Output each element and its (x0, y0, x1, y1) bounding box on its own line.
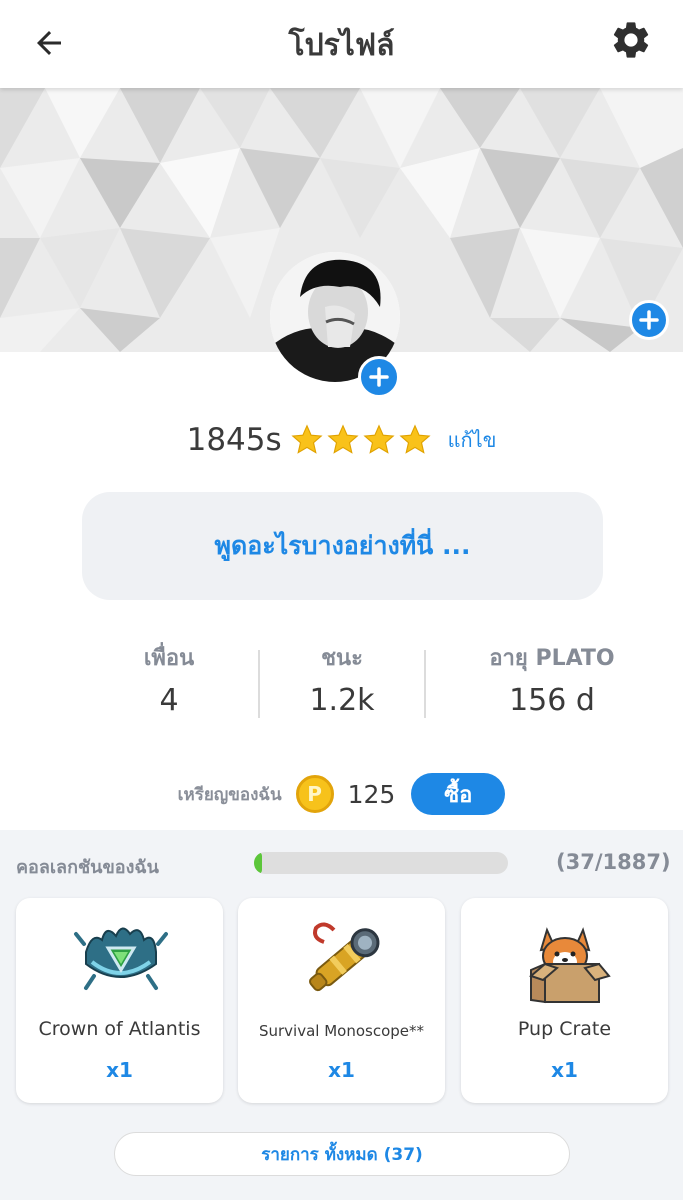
coin-icon: P (295, 775, 334, 813)
stat-value: 156 d (509, 683, 595, 718)
collection-section: คอลเลกชันของฉัน (37/1887) Crown of Atlan… (0, 830, 683, 1200)
plus-icon (369, 367, 389, 387)
coins-label: เหรียญของฉัน (177, 784, 282, 805)
collection-card[interactable]: Crown of Atlantis x1 (16, 898, 223, 1103)
status-input[interactable]: พูดอะไรบางอย่างที่นี่ ... (82, 492, 603, 600)
item-quantity: x1 (106, 1058, 133, 1082)
stat-plato-age[interactable]: อายุ PLATO 156 d (467, 640, 637, 718)
status-placeholder: พูดอะไรบางอย่างที่นี่ ... (214, 531, 471, 560)
page-title: โปรไฟล์ (288, 28, 395, 63)
collection-progress-bar (254, 852, 508, 874)
stat-label: ชนะ (321, 646, 363, 671)
settings-button[interactable] (606, 15, 656, 65)
crown-icon (73, 927, 168, 990)
star-icon (363, 424, 395, 454)
stat-label: เพื่อน (143, 646, 195, 671)
item-quantity: x1 (551, 1058, 578, 1082)
star-icon (327, 424, 359, 454)
stat-label: อายุ PLATO (489, 646, 615, 671)
avatar-add-button[interactable] (358, 356, 400, 398)
coin-count: 125 (347, 779, 396, 809)
username: 1845s (186, 422, 282, 458)
item-name: Crown of Atlantis (38, 1018, 201, 1040)
name-row: 1845s แก้ไข (0, 418, 683, 462)
pup-crate-icon (528, 927, 611, 1004)
collection-card[interactable]: Survival Monoscope** x1 (238, 898, 445, 1103)
collection-progress-count: (37/1887) (556, 850, 671, 874)
collection-progress-fill (254, 852, 262, 874)
star-rating (290, 423, 432, 457)
top-bar: โปรไฟล์ (0, 0, 683, 88)
collection-title: คอลเลกชันของฉัน (16, 857, 159, 878)
item-name: Survival Monoscope** (258, 1022, 425, 1040)
star-icon (291, 424, 323, 454)
stats-row: เพื่อน 4 ชนะ 1.2k อายุ PLATO 156 d (84, 640, 634, 730)
view-all-button[interactable]: รายการ ทั้งหมด (37) (114, 1132, 570, 1176)
stat-value: 1.2k (309, 683, 375, 718)
stat-friends[interactable]: เพื่อน 4 (84, 640, 254, 718)
banner-add-button[interactable] (629, 300, 669, 340)
stat-divider (424, 650, 426, 718)
monoscope-icon (308, 922, 379, 992)
coins-row: เหรียญของฉัน P 125 ซื้อ (0, 772, 683, 816)
buy-coins-button[interactable]: ซื้อ (411, 773, 506, 815)
star-icon (399, 424, 431, 454)
collection-card[interactable]: Pup Crate x1 (461, 898, 668, 1103)
item-quantity: x1 (328, 1058, 355, 1082)
stat-wins[interactable]: ชนะ 1.2k (257, 640, 427, 718)
gear-icon (613, 22, 649, 58)
item-name: Pup Crate (517, 1018, 612, 1040)
edit-profile-link[interactable]: แก้ไข (448, 424, 497, 456)
plus-icon (639, 310, 659, 330)
stat-value: 4 (159, 683, 179, 718)
